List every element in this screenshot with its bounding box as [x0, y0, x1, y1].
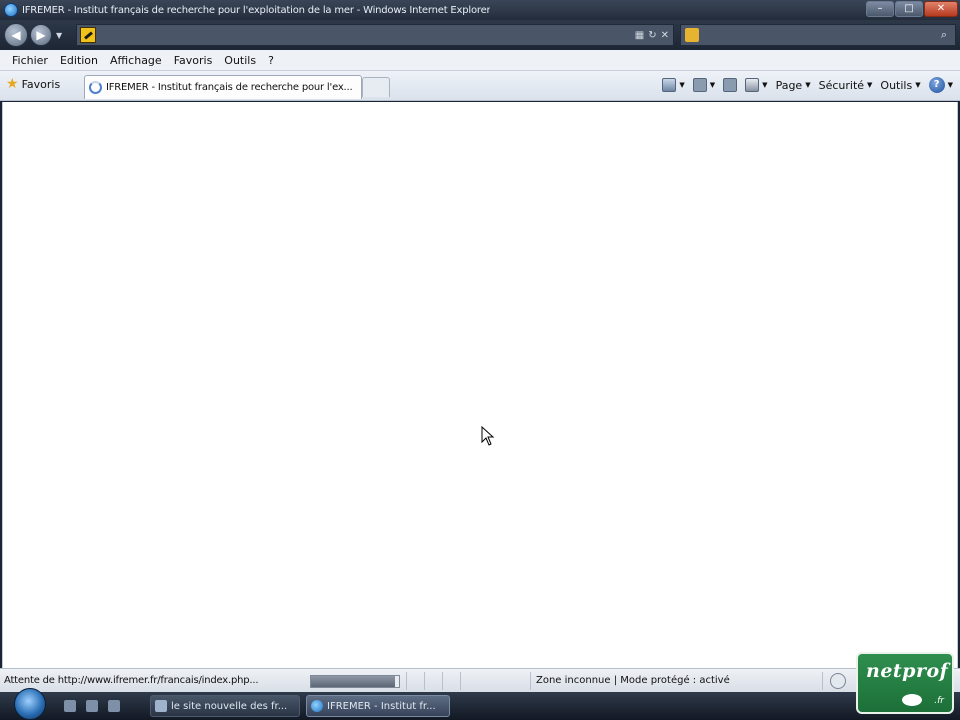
search-input[interactable] — [699, 26, 935, 44]
favorites-button[interactable]: ★ Favoris — [6, 77, 60, 91]
status-bar: Attente de http://www.ifremer.fr/francai… — [0, 668, 960, 692]
address-bar: ◀ ▶ ▼ ▦ ↻ ✕ ⌕ — [0, 20, 960, 50]
maximize-button[interactable]: □ — [895, 1, 923, 17]
stop-icon[interactable]: ✕ — [661, 30, 669, 41]
close-button[interactable]: ✕ — [924, 1, 958, 17]
status-divider — [406, 672, 407, 690]
status-divider — [822, 672, 823, 690]
star-icon: ★ — [6, 76, 19, 92]
status-divider — [442, 672, 443, 690]
status-text: Attente de http://www.ifremer.fr/francai… — [4, 675, 259, 686]
security-menu[interactable]: Sécurité ▼ — [816, 79, 876, 92]
feeds-button[interactable]: ▼ — [690, 78, 718, 92]
progress-bar — [310, 675, 400, 688]
title-bar: IFREMER - Institut français de recherche… — [0, 0, 960, 20]
back-button[interactable]: ◀ — [4, 23, 28, 47]
search-icon[interactable]: ⌕ — [935, 26, 953, 44]
logo-word: netprof — [866, 660, 949, 682]
menu-file[interactable]: Fichier — [6, 54, 54, 67]
folder-icon — [155, 700, 167, 712]
zoom-icon[interactable] — [830, 673, 846, 689]
print-button[interactable]: ▼ — [742, 78, 770, 92]
home-button[interactable]: ▼ — [659, 78, 687, 92]
search-box: ⌕ — [680, 24, 956, 46]
ie-icon — [4, 3, 18, 17]
compatibility-icon[interactable]: ▦ — [635, 30, 644, 41]
mouse-logo-icon — [902, 694, 922, 706]
status-divider — [424, 672, 425, 690]
show-desktop-icon[interactable] — [64, 700, 76, 712]
favorites-label: Favoris — [21, 77, 61, 91]
tools-menu-label: Outils — [880, 78, 913, 92]
menu-tools[interactable]: Outils — [218, 54, 262, 67]
status-divider — [530, 672, 531, 690]
menu-favorites[interactable]: Favoris — [168, 54, 219, 67]
taskbar-item-label: IFREMER - Institut fr... — [327, 700, 436, 712]
forward-button[interactable]: ▶ — [30, 24, 52, 46]
window-title: IFREMER - Institut français de recherche… — [22, 4, 491, 16]
mail-icon — [723, 78, 738, 92]
menu-edit[interactable]: Edition — [54, 54, 104, 67]
home-icon — [662, 78, 677, 92]
page-content[interactable] — [2, 102, 958, 668]
window-controls: – □ ✕ — [866, 1, 958, 17]
tab-ifremer[interactable]: IFREMER - Institut français de recherche… — [84, 75, 362, 99]
start-button[interactable] — [14, 688, 46, 720]
security-menu-label: Sécurité — [818, 78, 865, 92]
url-box: ▦ ↻ ✕ — [76, 24, 674, 46]
search-provider-icon — [685, 28, 699, 42]
progress-fill — [311, 676, 395, 687]
security-zone[interactable]: Zone inconnue | Mode protégé : activé — [536, 675, 730, 686]
mouse-cursor-icon — [481, 426, 495, 446]
loading-icon — [89, 81, 102, 94]
url-actions: ▦ ↻ ✕ — [635, 30, 669, 41]
site-favicon-icon — [80, 27, 96, 43]
page-menu[interactable]: Page ▼ — [773, 79, 814, 92]
mail-button[interactable] — [720, 78, 740, 92]
tab-label: IFREMER - Institut français de recherche… — [106, 82, 353, 93]
print-icon — [745, 78, 760, 92]
netprof-logo: netprof .fr — [856, 652, 954, 714]
taskbar-item[interactable]: IFREMER - Institut fr... — [306, 695, 450, 717]
feeds-icon — [692, 78, 707, 92]
logo-suffix: .fr — [934, 696, 944, 706]
history-dropdown-icon[interactable]: ▼ — [56, 31, 62, 40]
tools-menu[interactable]: Outils ▼ — [877, 79, 923, 92]
url-input[interactable] — [96, 26, 635, 44]
minimize-button[interactable]: – — [866, 1, 894, 17]
taskbar: le site nouvelle des fr... IFREMER - Ins… — [0, 688, 960, 720]
page-menu-label: Page — [775, 78, 803, 92]
quicklaunch-media-icon[interactable] — [108, 700, 120, 712]
ie-icon — [311, 700, 323, 712]
menu-bar: Fichier Edition Affichage Favoris Outils… — [0, 50, 960, 71]
status-divider — [460, 672, 461, 690]
taskbar-item[interactable]: le site nouvelle des fr... — [150, 695, 300, 717]
favorites-bar: ★ Favoris IFREMER - Institut français de… — [0, 71, 960, 101]
taskbar-item-label: le site nouvelle des fr... — [171, 700, 288, 712]
new-tab-button[interactable] — [362, 77, 390, 97]
help-icon: ? — [928, 77, 945, 93]
help-button[interactable]: ? ▼ — [926, 77, 956, 93]
refresh-icon[interactable]: ↻ — [648, 30, 656, 41]
command-bar: ▼ ▼ ▼ Page ▼ Sécurité ▼ Outils ▼ ? ▼ — [659, 77, 956, 93]
quicklaunch-ie-icon[interactable] — [86, 700, 98, 712]
menu-view[interactable]: Affichage — [104, 54, 168, 67]
menu-help[interactable]: ? — [262, 54, 280, 67]
